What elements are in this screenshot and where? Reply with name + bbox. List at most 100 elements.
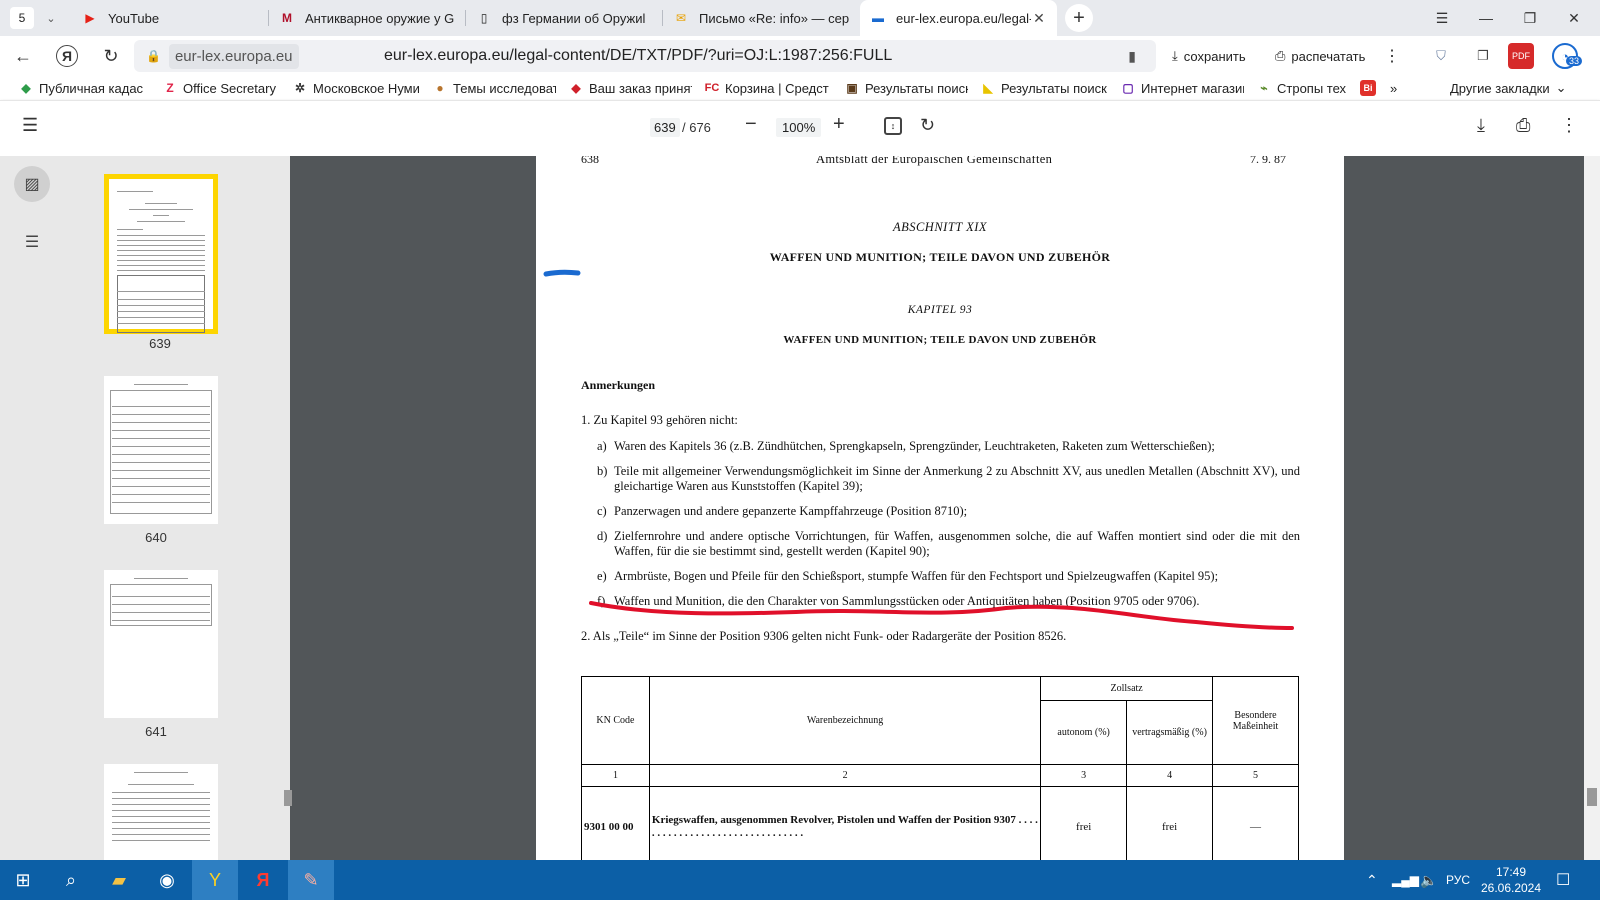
- tab-eur-lex[interactable]: ▬ eur-lex.europa.eu/legal- ✕: [860, 0, 1057, 36]
- volume-icon[interactable]: 🔈: [1420, 860, 1437, 900]
- print-label: распечатать: [1291, 48, 1366, 64]
- network-icon[interactable]: ▂▄▆: [1392, 860, 1419, 900]
- restore-button[interactable]: ❐: [1508, 0, 1552, 36]
- robot-icon: ▣: [846, 81, 858, 95]
- thumbnail-640[interactable]: [104, 376, 218, 524]
- zoom-input[interactable]: 100%: [776, 118, 822, 137]
- page-scrollbar[interactable]: [1584, 156, 1600, 860]
- bookmark-label: Стропы тех: [1277, 80, 1347, 96]
- print-button[interactable]: ⎙ распечатать: [1275, 44, 1365, 68]
- shop-icon: M: [282, 11, 292, 25]
- youtube-icon: ▶: [85, 11, 95, 25]
- bookmark-item[interactable]: Bi: [1354, 80, 1384, 96]
- close-tab-icon[interactable]: ✕: [1031, 10, 1047, 27]
- paint-app-icon[interactable]: ✎: [288, 860, 334, 900]
- rotate-icon[interactable]: ↻: [920, 115, 935, 136]
- pdf-extension-icon[interactable]: PDF: [1508, 43, 1534, 69]
- thumbnail-642[interactable]: [104, 764, 218, 860]
- domain-pill[interactable]: eur-lex.europa.eu: [168, 43, 299, 69]
- tab-youtube[interactable]: ▶ YouTube: [72, 0, 269, 36]
- tab-counter[interactable]: 5: [10, 7, 34, 29]
- bookmarks-bar: ◆ Публичная кадас Z Office Secretary L ✲…: [0, 76, 1600, 100]
- bookmark-item[interactable]: FC Корзина | Средст: [698, 80, 838, 96]
- tab-german-law[interactable]: ▯ фз Германии об Оружиl: [466, 0, 663, 36]
- bookmark-label: Результаты поиск: [865, 80, 968, 96]
- tab-antique-weapons[interactable]: M Антикварное оружие у G: [269, 0, 466, 36]
- bookmark-icon[interactable]: ▮: [1128, 48, 1136, 65]
- search-icon[interactable]: ⌕: [48, 860, 94, 900]
- chevron-down-icon: ⌄: [1555, 80, 1567, 95]
- bookmark-item[interactable]: ⌁ Стропы тех: [1250, 80, 1354, 96]
- other-bookmarks-label: Другие закладки: [1450, 80, 1550, 96]
- browser-menu-icon[interactable]: ☰: [1420, 0, 1464, 36]
- bookmark-item[interactable]: ✲ Московское Нуми: [286, 80, 426, 96]
- bookmark-item[interactable]: ▢ Интернет магазин: [1114, 80, 1250, 96]
- back-button[interactable]: ←: [6, 39, 40, 73]
- pdf-toolbar: ☰ 639 / 676 − 100% + ↕ ↻ ⤓ ⎙ ⋮: [0, 100, 1600, 156]
- column-number: 1: [581, 764, 650, 787]
- description-cell: Kriegswaffen, ausgenommen Revolver, Pist…: [648, 786, 1042, 860]
- download-icon[interactable]: ⤓: [1477, 115, 1485, 136]
- clock[interactable]: 17:49 26.06.2024: [1478, 860, 1544, 900]
- bookmark-item[interactable]: ◣ Результаты поиск: [974, 80, 1114, 96]
- url-field[interactable]: 🔒 eur-lex.europa.eu eur-lex.europa.eu/le…: [134, 40, 1156, 72]
- bookmark-item[interactable]: Z Office Secretary L: [156, 80, 286, 96]
- bookmark-item[interactable]: ▣ Результаты поиск: [838, 80, 974, 96]
- page-number-input[interactable]: 639: [650, 118, 680, 137]
- header-kn-code: KN Code: [581, 676, 650, 765]
- tab-list-chevron-icon[interactable]: ⌄: [40, 7, 62, 29]
- close-window-button[interactable]: ✕: [1552, 0, 1596, 36]
- document-icon: ▯: [480, 11, 488, 25]
- lock-icon: 🔒: [146, 49, 161, 63]
- thumbnail-sidebar: ▨ ☰ 639 640 641: [0, 156, 292, 860]
- url-text[interactable]: eur-lex.europa.eu/legal-content/DE/TXT/P…: [384, 47, 892, 65]
- sidebar-menu-icon[interactable]: ☰: [22, 115, 38, 136]
- language-indicator[interactable]: РУС: [1446, 860, 1470, 900]
- sidebar-scrollbar[interactable]: [284, 156, 292, 860]
- bookmark-item[interactable]: ● Темы исследоват: [426, 80, 562, 96]
- save-button[interactable]: ⤓ сохранить: [1172, 44, 1246, 68]
- yandex-browser-icon[interactable]: Y: [192, 860, 238, 900]
- zoom-out-button[interactable]: −: [745, 113, 757, 136]
- notification-badge: 33: [1566, 56, 1583, 66]
- windows-start-icon[interactable]: ⊞: [0, 860, 46, 900]
- tab-title: eur-lex.europa.eu/legal-: [896, 10, 1031, 26]
- yandex-badge-icon[interactable]: Я: [56, 45, 78, 67]
- bookmark-item[interactable]: ◆ Публичная кадас: [12, 80, 156, 96]
- new-tab-button[interactable]: +: [1065, 4, 1093, 32]
- tab-mail[interactable]: ✉ Письмо «Re: info» — серге: [663, 0, 860, 36]
- thumbnails-view-icon[interactable]: ▨: [14, 166, 50, 202]
- other-bookmarks-button[interactable]: Другие закладки ⌄: [1444, 80, 1573, 96]
- bookmark-label: Ваш заказ принят: [589, 80, 692, 96]
- bookmark-item[interactable]: ◆ Ваш заказ принят: [562, 80, 698, 96]
- print-icon[interactable]: ⎙: [1516, 115, 1530, 136]
- bookmark-label: Публичная кадас: [39, 80, 144, 96]
- zoom-in-button[interactable]: +: [833, 113, 845, 136]
- tab-title: фз Германии об Оружиl: [502, 10, 646, 26]
- thumbnail-639[interactable]: [104, 174, 218, 334]
- thumbnail-label: 639: [149, 336, 171, 351]
- column-number: 4: [1126, 764, 1214, 787]
- chrome-icon[interactable]: ◉: [144, 860, 190, 900]
- file-explorer-icon[interactable]: ▰: [96, 860, 142, 900]
- collections-icon[interactable]: ❐: [1470, 43, 1496, 69]
- page-actions-more-icon[interactable]: ⋮: [1384, 44, 1400, 68]
- minimize-button[interactable]: —: [1464, 0, 1508, 36]
- bookmark-label: Московское Нуми: [313, 80, 420, 96]
- tray-expand-icon[interactable]: ⌃: [1366, 860, 1378, 900]
- vi-brand-icon: Bi: [1360, 80, 1376, 96]
- bookmarks-overflow-button[interactable]: »: [1384, 81, 1414, 96]
- thumbnail-641[interactable]: [104, 570, 218, 718]
- pdf-page: 638 Amtsblatt der Europäischen Gemeinsch…: [536, 156, 1344, 860]
- column-number: 2: [648, 764, 1042, 787]
- more-options-icon[interactable]: ⋮: [1560, 115, 1578, 136]
- protect-shield-icon[interactable]: ⛉: [1428, 43, 1454, 69]
- outline-view-icon[interactable]: ☰: [14, 224, 50, 260]
- header-contractual: vertragsmäßig (%): [1126, 700, 1214, 765]
- reload-button[interactable]: ↻: [94, 39, 128, 73]
- fit-page-icon[interactable]: ↕: [884, 117, 902, 135]
- yandex-icon[interactable]: Я: [240, 860, 286, 900]
- header-special-unit: Besondere Maßeinheit: [1212, 676, 1299, 765]
- notifications-icon[interactable]: ☐: [1556, 860, 1570, 900]
- clock-date: 26.06.2024: [1480, 881, 1542, 895]
